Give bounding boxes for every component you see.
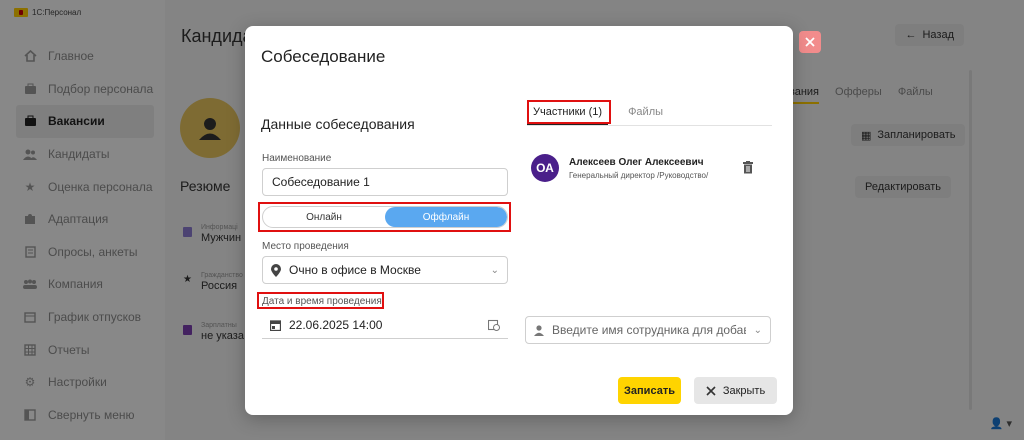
close-modal-button[interactable]: [799, 31, 821, 53]
section-title: Данные собеседования: [261, 116, 415, 132]
highlight-frame: [257, 292, 384, 309]
participant-item: ОА Алексеев Олег Алексеевич Генеральный …: [531, 153, 761, 183]
datetime-field[interactable]: 22.06.2025 14:00: [262, 311, 508, 339]
place-select-value: Очно в офисе в Москве: [289, 263, 421, 277]
participant-name: Алексеев Олег Алексеевич: [569, 156, 704, 168]
employee-select[interactable]: Введите имя сотрудника для добавления ⌄: [525, 316, 771, 344]
calendar-icon: [270, 319, 281, 331]
close-button-label: Закрыть: [722, 384, 766, 397]
employee-select-placeholder: Введите имя сотрудника для добавления: [552, 323, 746, 337]
save-button[interactable]: Записать: [618, 377, 681, 404]
location-pin-icon: [271, 263, 281, 277]
trash-icon[interactable]: [742, 161, 754, 174]
highlight-frame: [527, 100, 611, 124]
calendar-clock-icon[interactable]: [488, 319, 500, 331]
highlight-frame: [258, 202, 511, 232]
chevron-down-icon: ⌄: [490, 264, 499, 276]
close-icon: [706, 385, 716, 396]
interview-dialog: Собеседование Данные собеседования Наиме…: [245, 26, 793, 415]
datetime-value: 22.06.2025 14:00: [289, 317, 383, 332]
place-field-label: Место проведения: [262, 241, 349, 252]
dialog-title: Собеседование: [261, 47, 386, 66]
participant-role: Генеральный директор /Руководство/: [569, 170, 709, 180]
name-field-label: Наименование: [262, 153, 332, 164]
close-button[interactable]: Закрыть: [694, 377, 777, 404]
name-field[interactable]: [262, 168, 508, 196]
chevron-down-icon: ⌄: [753, 324, 762, 336]
place-select[interactable]: Очно в офисе в Москве ⌄: [262, 256, 508, 284]
avatar: ОА: [531, 154, 559, 182]
tab-files[interactable]: Файлы: [622, 104, 669, 125]
person-icon: [534, 324, 544, 336]
close-icon: [805, 37, 815, 47]
